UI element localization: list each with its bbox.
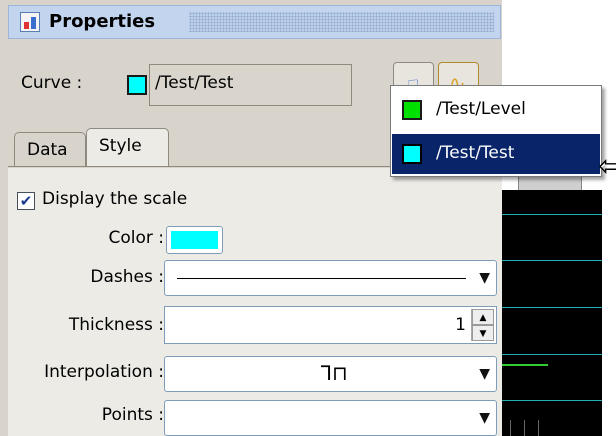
color-label: Color : xyxy=(108,228,164,248)
chart-area xyxy=(502,0,616,436)
dashes-label: Dashes : xyxy=(90,267,164,287)
dashes-row: Dashes : ▼ xyxy=(8,260,502,298)
chevron-down-icon: ▼ xyxy=(479,366,490,382)
style-tab-content: ✔ Display the scale Color : Dashes : ▼ T… xyxy=(8,168,502,436)
points-row: Points : ▼ xyxy=(8,400,502,436)
panel-title: Properties xyxy=(49,11,156,32)
chevron-down-icon: ▼ xyxy=(479,410,490,426)
thickness-spin-buttons: ▲ ▼ xyxy=(471,309,494,341)
grid-line xyxy=(502,307,602,308)
step-interpolation-icon: ⅂⊓ xyxy=(321,361,348,385)
spin-down-icon[interactable]: ▼ xyxy=(472,325,494,341)
points-label: Points : xyxy=(101,405,164,425)
interpolation-row: Interpolation : ⅂⊓ ▼ xyxy=(8,356,502,394)
thickness-value: 1 xyxy=(455,315,466,335)
grid-line xyxy=(502,260,602,261)
menu-item-label: /Test/Level xyxy=(436,99,526,119)
curve-name-field[interactable]: /Test/Test xyxy=(149,64,352,106)
chart-plot xyxy=(502,190,602,436)
color-row: Color : xyxy=(8,224,502,256)
grid-line xyxy=(502,400,602,401)
curve-color-swatch xyxy=(402,100,422,120)
curve-label: Curve : xyxy=(21,73,83,93)
solid-line-preview xyxy=(177,278,466,279)
tab-style[interactable]: Style xyxy=(86,128,169,166)
interpolation-label: Interpolation : xyxy=(44,362,164,382)
curve-color-swatch xyxy=(402,144,422,164)
menu-item-test-test[interactable]: /Test/Test xyxy=(392,134,600,174)
thickness-spinner[interactable]: 1 ▲ ▼ xyxy=(164,306,497,344)
points-select[interactable]: ▼ xyxy=(164,400,497,436)
chart-axis-ticks xyxy=(502,420,602,436)
grid-line xyxy=(502,354,602,355)
dashes-select[interactable]: ▼ xyxy=(164,260,497,296)
curve-popup-menu: /Test/Level /Test/Test xyxy=(390,85,602,177)
spin-up-icon[interactable]: ▲ xyxy=(472,309,494,325)
interpolation-select[interactable]: ⅂⊓ ▼ xyxy=(164,356,497,392)
level-curve xyxy=(502,364,548,366)
display-scale-checkbox[interactable]: ✔ xyxy=(17,192,35,210)
properties-titlebar[interactable]: Properties xyxy=(8,5,501,39)
color-picker-button[interactable] xyxy=(166,226,223,254)
tab-data[interactable]: Data xyxy=(14,132,86,166)
display-scale-label: Display the scale xyxy=(42,189,188,209)
properties-panel: Properties Curve : /Test/Test ☟ ∿ Data S… xyxy=(0,0,502,436)
grid-line xyxy=(502,214,602,215)
thickness-row: Thickness : 1 ▲ ▼ xyxy=(8,306,502,346)
menu-item-label: /Test/Test xyxy=(436,143,515,163)
curve-color-swatch xyxy=(127,75,147,95)
mouse-cursor-icon: ⇦ xyxy=(598,149,616,184)
chevron-down-icon: ▼ xyxy=(479,270,490,286)
titlebar-grip[interactable] xyxy=(189,12,494,32)
menu-item-test-level[interactable]: /Test/Level xyxy=(392,90,600,130)
properties-panel-icon xyxy=(20,12,40,32)
thickness-label: Thickness : xyxy=(68,315,164,335)
display-scale-row: ✔ Display the scale xyxy=(8,188,502,214)
